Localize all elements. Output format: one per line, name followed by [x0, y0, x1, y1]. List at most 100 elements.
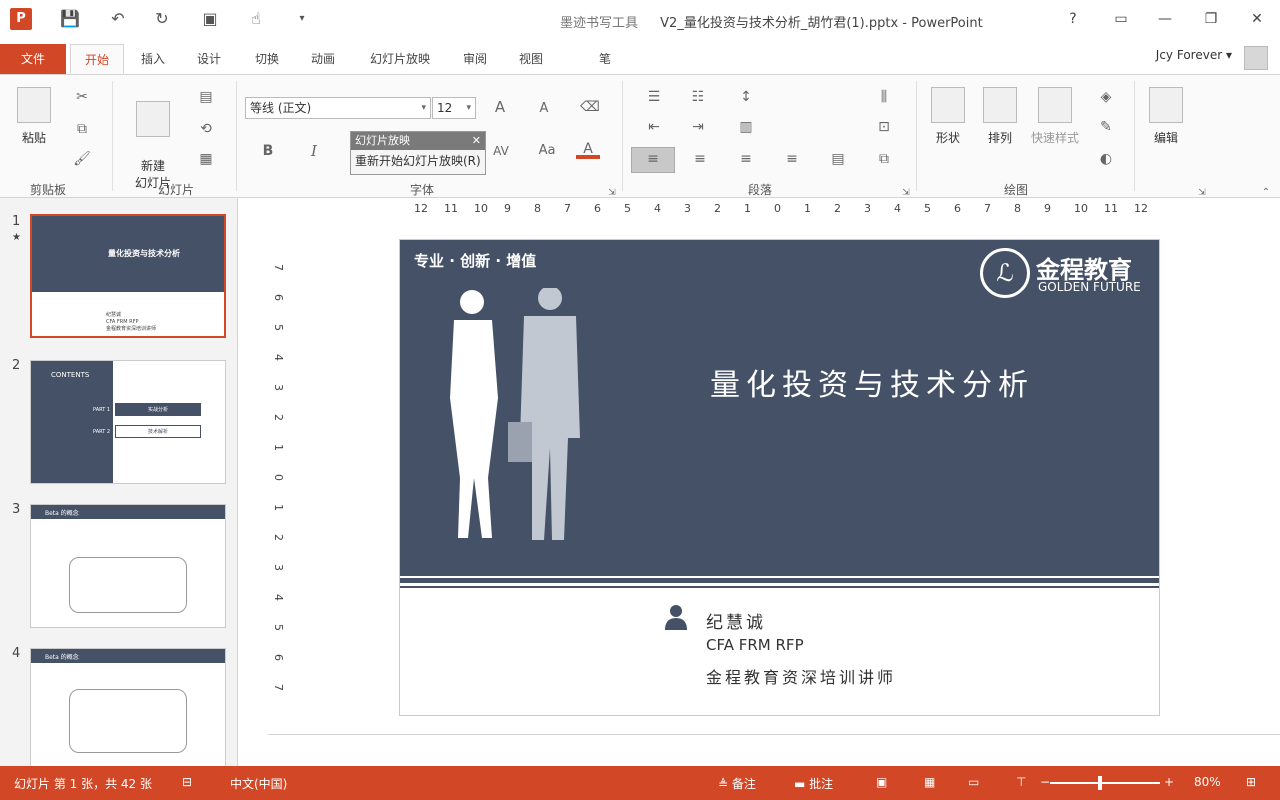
bold-button[interactable]: B — [256, 141, 280, 161]
zoom-slider-thumb[interactable] — [1098, 776, 1102, 790]
font-family-select[interactable]: 等线 (正文) ▾ — [245, 97, 431, 119]
restore-icon[interactable]: ❐ — [1196, 8, 1226, 30]
language-indicator[interactable]: 中文(中国) — [230, 775, 287, 792]
align-left-icon[interactable]: ≡ — [641, 149, 665, 169]
customize-toolbar-icon[interactable]: ▾ — [290, 8, 314, 30]
numbering-icon[interactable]: ☷ — [686, 87, 710, 107]
thumbnail-number: 3 — [12, 502, 21, 517]
reading-view-icon[interactable]: ▭ — [968, 775, 979, 789]
increase-indent-icon[interactable]: ⇥ — [686, 117, 710, 137]
presenter-name[interactable]: 纪慧诚 — [706, 608, 766, 633]
line-spacing-icon[interactable]: ↕ — [734, 87, 758, 107]
decrease-indent-icon[interactable]: ⇤ — [642, 117, 666, 137]
shape-outline-icon[interactable]: ✎ — [1094, 117, 1118, 137]
tab-view[interactable]: 视图 — [508, 44, 554, 74]
spell-check-icon[interactable]: ⊟ — [182, 775, 192, 789]
user-name[interactable]: Jcy Forever ▾ — [1156, 48, 1232, 62]
align-center-icon[interactable]: ≡ — [688, 149, 712, 169]
collapse-ribbon-icon[interactable]: ⌃ — [1254, 183, 1278, 203]
text-direction-icon[interactable]: ⫼ — [872, 87, 896, 107]
tab-file[interactable]: 文件 — [0, 44, 66, 74]
zoom-in-button[interactable]: + — [1164, 775, 1174, 789]
horizontal-ruler: 12 11 10 9 8 7 6 5 4 3 2 1 0 1 2 3 4 5 6 7 8 9 10 11 12 — [400, 200, 1160, 218]
shape-fill-icon[interactable]: ◈ — [1094, 87, 1118, 107]
cut-icon[interactable]: ✂ — [70, 87, 94, 107]
tab-pen[interactable]: 笔 — [582, 44, 628, 74]
slide-sorter-icon[interactable]: ▦ — [924, 775, 935, 789]
slide-title[interactable]: 量化投资与技术分析 — [710, 360, 1034, 404]
shrink-font-button[interactable]: A — [532, 99, 556, 119]
tab-design[interactable]: 设计 — [186, 44, 232, 74]
tab-review[interactable]: 审阅 — [452, 44, 498, 74]
presenter-credentials[interactable]: CFA FRM RFP — [706, 636, 804, 654]
save-icon[interactable]: 💾 — [58, 8, 82, 30]
new-slide-button[interactable]: 新建 幻灯片 — [128, 87, 178, 191]
copy-icon[interactable]: ⧉ — [70, 119, 94, 139]
thumbnail-slide-1[interactable]: 量化投资与技术分析 纪慧诚 CFA FRM RFP 金程教育资深培训讲师 — [30, 214, 226, 338]
slideshow-from-start-icon[interactable]: ▣ — [198, 8, 222, 30]
font-size-select[interactable]: 12 ▾ — [432, 97, 476, 119]
powerpoint-app-icon[interactable]: P — [10, 8, 32, 30]
slideshow-view-icon[interactable]: ⊤ — [1016, 775, 1026, 789]
align-text-icon[interactable]: ⊡ — [872, 117, 896, 137]
undo-icon[interactable]: ↶ — [106, 8, 130, 30]
tab-transitions[interactable]: 切换 — [244, 44, 290, 74]
restart-slideshow-item[interactable]: 重新开始幻灯片放映(R) — [351, 150, 485, 172]
normal-view-icon[interactable]: ▣ — [876, 775, 887, 789]
arrange-button[interactable]: 排列 — [980, 87, 1020, 146]
thumbnail-slide-3[interactable]: Beta 的概念 — [30, 504, 226, 628]
align-right-icon[interactable]: ≡ — [734, 149, 758, 169]
comments-button[interactable]: ▬ 批注 — [794, 775, 833, 792]
fit-to-window-icon[interactable]: ⊞ — [1246, 775, 1256, 789]
section-icon[interactable]: ▦ — [194, 149, 218, 169]
distributed-icon[interactable]: ▤ — [826, 149, 850, 169]
new-slide-icon — [136, 101, 170, 137]
thumbnail-slide-2[interactable]: CONTENTS PART 1 实战分析 PART 2 技术解析 — [30, 360, 226, 484]
close-icon[interactable]: ✕ — [1242, 8, 1272, 30]
tab-insert[interactable]: 插入 — [130, 44, 176, 74]
font-color-button[interactable]: A — [576, 139, 600, 159]
ruler-tick-label: 1 — [804, 202, 811, 215]
slide-canvas[interactable]: 专业 · 创新 · 增值 ℒ 金程教育 GOLDEN FUTURE 量化投资与技… — [399, 239, 1160, 716]
presenter-role[interactable]: 金程教育资深培训讲师 — [706, 664, 896, 688]
reset-icon[interactable]: ⟲ — [194, 119, 218, 139]
help-icon[interactable]: ? — [1058, 8, 1088, 30]
columns-icon[interactable]: ▥ — [734, 117, 758, 137]
justify-icon[interactable]: ≡ — [780, 149, 804, 169]
tab-slideshow[interactable]: 幻灯片放映 — [360, 44, 440, 74]
paste-button[interactable]: 粘贴 — [14, 87, 54, 146]
smartart-icon[interactable]: ⧉ — [872, 149, 896, 169]
slideshow-popup: 幻灯片放映 ✕ 重新开始幻灯片放映(R) — [350, 131, 486, 175]
status-bar: 幻灯片 第 1 张，共 42 张 ⊟ 中文(中国) ≜ 备注 ▬ 批注 ▣ ▦ … — [0, 766, 1280, 800]
drawing-dialog-launcher-icon[interactable]: ⇲ — [1190, 183, 1214, 203]
quick-styles-button[interactable]: 快速样式 — [1028, 87, 1082, 146]
zoom-slider[interactable] — [1050, 782, 1160, 784]
shape-effects-icon[interactable]: ◐ — [1094, 149, 1118, 169]
notes-button[interactable]: ≜ 备注 — [718, 775, 756, 792]
tab-home[interactable]: 开始 — [70, 44, 124, 74]
italic-button[interactable]: I — [302, 141, 326, 161]
editing-button[interactable]: 编辑 — [1146, 87, 1186, 146]
zoom-out-button[interactable]: − — [1040, 775, 1050, 789]
ribbon-display-options-icon[interactable]: ▭ — [1106, 8, 1136, 30]
popup-close-icon[interactable]: ✕ — [472, 132, 481, 150]
clear-formatting-icon[interactable]: ⌫ — [578, 97, 602, 117]
tab-animations[interactable]: 动画 — [300, 44, 346, 74]
format-painter-icon[interactable]: 🖌 — [70, 149, 94, 169]
bullets-icon[interactable]: ☰ — [642, 87, 666, 107]
touch-mode-icon[interactable]: ☝ — [244, 8, 268, 30]
change-case-button[interactable]: Aa — [532, 141, 562, 161]
notes-area[interactable] — [268, 734, 1280, 764]
vertical-ruler: 7 6 5 4 3 2 1 0 1 2 3 4 5 6 7 — [268, 250, 288, 710]
thumbnail-slide-4[interactable]: Beta 的概念 — [30, 648, 226, 766]
shapes-button[interactable]: 形状 — [928, 87, 968, 146]
zoom-level[interactable]: 80% — [1194, 775, 1221, 789]
slide-count: 幻灯片 第 1 张，共 42 张 — [14, 777, 152, 791]
grow-font-button[interactable]: A — [488, 97, 512, 117]
ruler-tick-label: 10 — [1074, 202, 1088, 215]
character-spacing-button[interactable]: AV — [488, 141, 514, 161]
minimize-icon[interactable]: — — [1150, 8, 1180, 30]
avatar[interactable] — [1244, 46, 1268, 70]
layout-icon[interactable]: ▤ — [194, 87, 218, 107]
redo-icon[interactable]: ↻ — [150, 8, 174, 30]
